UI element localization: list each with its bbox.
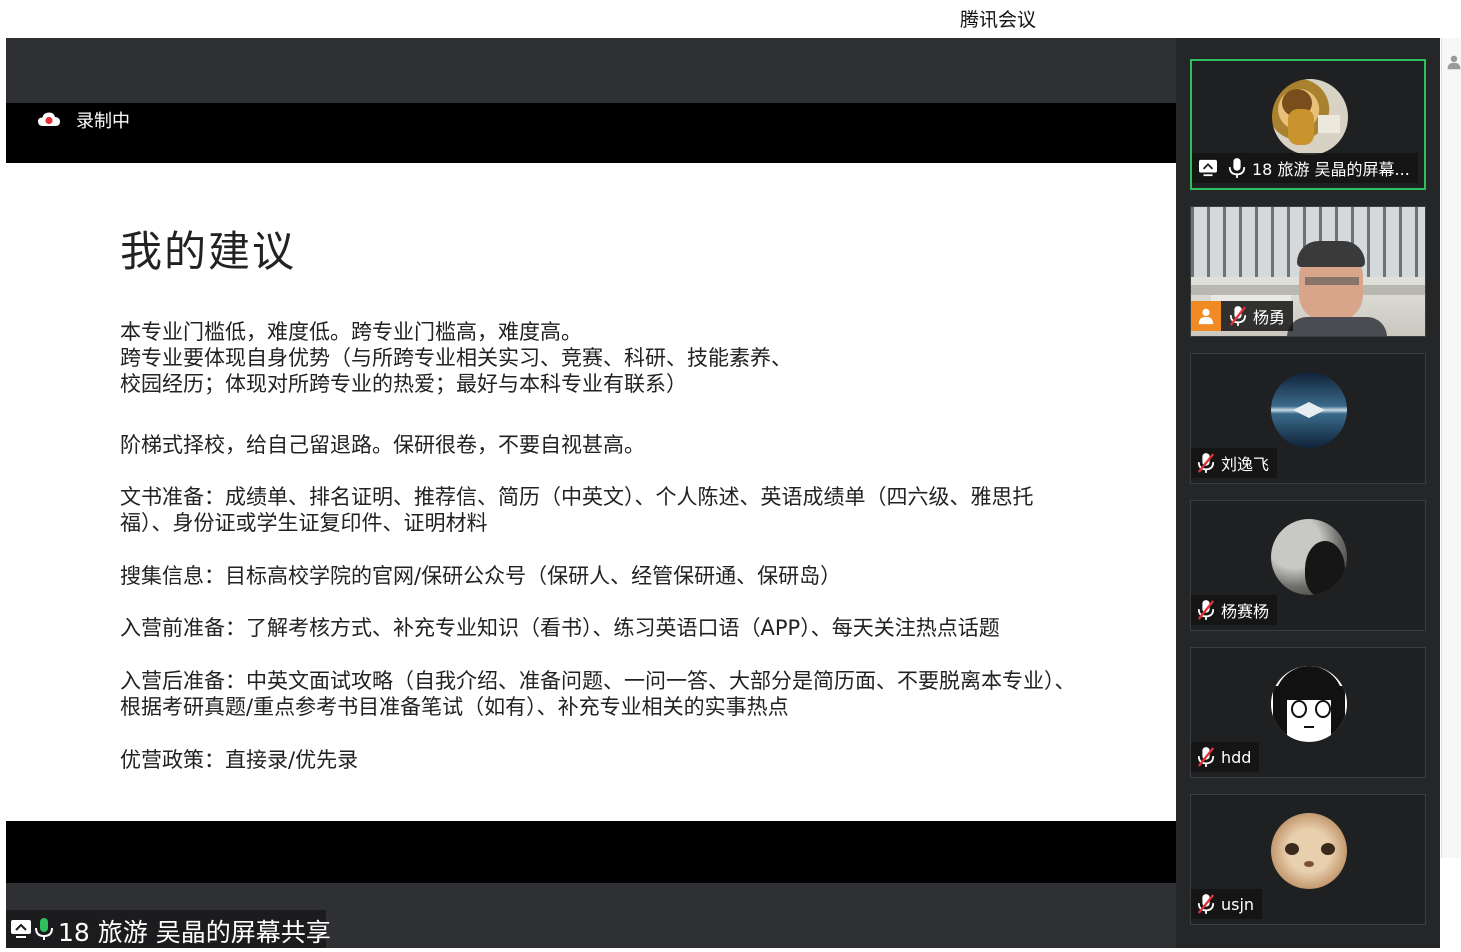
slide-line: 入营前准备：了解考核方式、补充专业知识（看书）、练习英语口语（APP）、每天关注… <box>120 616 1000 640</box>
recording-status-label: 录制中 <box>76 111 130 132</box>
participant-avatar <box>1271 813 1347 889</box>
participant-tile[interactable]: 18 旅游 吴晶的屏幕... <box>1190 59 1426 190</box>
participant-name: 18 旅游 吴晶的屏幕... <box>1252 160 1410 179</box>
title-bar[interactable]: 腾讯会议 <box>0 0 1461 38</box>
participant-name: 刘逸飞 <box>1221 455 1270 474</box>
participant-tile[interactable]: hdd <box>1190 647 1426 778</box>
screen-share-icon <box>1199 159 1217 177</box>
participant-tile[interactable]: 刘逸飞 <box>1190 353 1426 484</box>
slide-paragraph: 本专业门槛低，难度低。跨专业门槛高，难度高。 跨专业要体现自身优势（与所跨专业相… <box>120 319 792 397</box>
participant-name-plate: 刘逸飞 <box>1191 448 1278 478</box>
mic-muted-icon <box>1197 600 1215 620</box>
mic-muted-icon <box>1229 306 1247 326</box>
slide-line: 阶梯式择校，给自己留退路。保研很卷，不要自视甚高。 <box>120 433 645 457</box>
participant-name: 杨勇 <box>1253 308 1286 327</box>
participant-name-plate: hdd <box>1191 742 1260 772</box>
participant-name-plate: 杨勇 <box>1191 301 1294 331</box>
mic-muted-icon <box>1197 747 1215 767</box>
mic-muted-icon <box>1197 894 1215 914</box>
screen-share-icon <box>11 920 31 938</box>
participant-tile[interactable]: 杨勇 <box>1190 206 1426 337</box>
meeting-window: 腾讯会议 录制中 我的建议 本专业门槛低，难度低。跨专业门槛高，难度高。 跨专业… <box>0 0 1461 952</box>
participant-panel[interactable]: 18 旅游 吴晶的屏幕... 杨勇 刘逸飞 杨赛杨 hdd usjn <box>1176 38 1440 948</box>
slide-letterbox-bottom <box>6 821 1176 883</box>
participant-name-plate: usjn <box>1191 889 1263 919</box>
slide-title: 我的建议 <box>120 227 297 276</box>
side-panel-card[interactable] <box>1441 38 1461 858</box>
mic-icon <box>1228 158 1246 178</box>
slide-line: 搜集信息：目标高校学院的官网/保研公众号（保研人、经管保研通、保研岛） <box>120 564 842 588</box>
slide-line: 入营后准备：中英文面试攻略（自我介绍、准备问题、一问一答、大部分是简历面、不要脱… <box>120 669 1076 693</box>
participant-name: usjn <box>1221 894 1255 914</box>
slide-line: 校园经历；体现对所跨专业的热爱；最好与本科专业有联系） <box>120 372 687 396</box>
participant-tile[interactable]: 杨赛杨 <box>1190 500 1426 631</box>
mic-icon <box>35 918 53 940</box>
slide-line: 跨专业要体现自身优势（与所跨专业相关实习、竞赛、科研、技能素养、 <box>120 346 792 370</box>
slide-paragraph: 入营前准备：了解考核方式、补充专业知识（看书）、练习英语口语（APP）、每天关注… <box>120 615 1000 641</box>
slide-line: 优营政策：直接录/优先录 <box>120 748 359 772</box>
shared-screen-stage: 录制中 我的建议 本专业门槛低，难度低。跨专业门槛高，难度高。 跨专业要体现自身… <box>6 38 1176 948</box>
slide-line: 文书准备：成绩单、排名证明、推荐信、简历（中英文）、个人陈述、英语成绩单（四六级… <box>120 485 1034 509</box>
slide-paragraph: 文书准备：成绩单、排名证明、推荐信、简历（中英文）、个人陈述、英语成绩单（四六级… <box>120 484 1034 536</box>
slide-paragraph: 入营后准备：中英文面试攻略（自我介绍、准备问题、一问一答、大部分是简历面、不要脱… <box>120 668 1076 720</box>
slide-paragraph: 阶梯式择校，给自己留退路。保研很卷，不要自视甚高。 <box>120 432 645 458</box>
mic-muted-icon <box>1197 453 1215 473</box>
slide-line: 根据考研真题/重点参考书目准备笔试（如有）、补充专业相关的实事热点 <box>120 695 789 719</box>
user-icon <box>1447 55 1461 70</box>
slide-line: 本专业门槛低，难度低。跨专业门槛高，难度高。 <box>120 320 582 344</box>
screen-share-caption: 18 旅游 吴晶的屏幕共享 <box>6 910 331 948</box>
recording-bar: 录制中 <box>6 103 1176 163</box>
slide-paragraph: 优营政策：直接录/优先录 <box>120 747 358 773</box>
participant-avatar <box>1271 372 1347 448</box>
participant-name: 杨赛杨 <box>1221 602 1270 621</box>
participant-name: hdd <box>1221 747 1252 767</box>
slide-paragraph: 搜集信息：目标高校学院的官网/保研公众号（保研人、经管保研通、保研岛） <box>120 563 841 589</box>
host-badge-icon <box>1191 301 1221 331</box>
participant-avatar <box>1271 666 1347 742</box>
presentation-slide: 我的建议 本专业门槛低，难度低。跨专业门槛高，难度高。 跨专业要体现自身优势（与… <box>6 163 1176 821</box>
window-title: 腾讯会议 <box>960 9 1037 31</box>
participant-tile[interactable]: usjn <box>1190 794 1426 925</box>
participant-name-plate: 18 旅游 吴晶的屏幕... <box>1192 153 1418 183</box>
participant-name-plate: 杨赛杨 <box>1191 595 1278 625</box>
participant-avatar <box>1271 519 1347 595</box>
cloud-record-icon <box>38 112 60 126</box>
share-caption-label: 18 旅游 吴晶的屏幕共享 <box>58 918 331 947</box>
window-bottom-edge <box>0 948 1461 952</box>
participant-avatar <box>1272 79 1348 155</box>
slide-line: 福）、身份证或学生证复印件、证明材料 <box>120 511 488 535</box>
